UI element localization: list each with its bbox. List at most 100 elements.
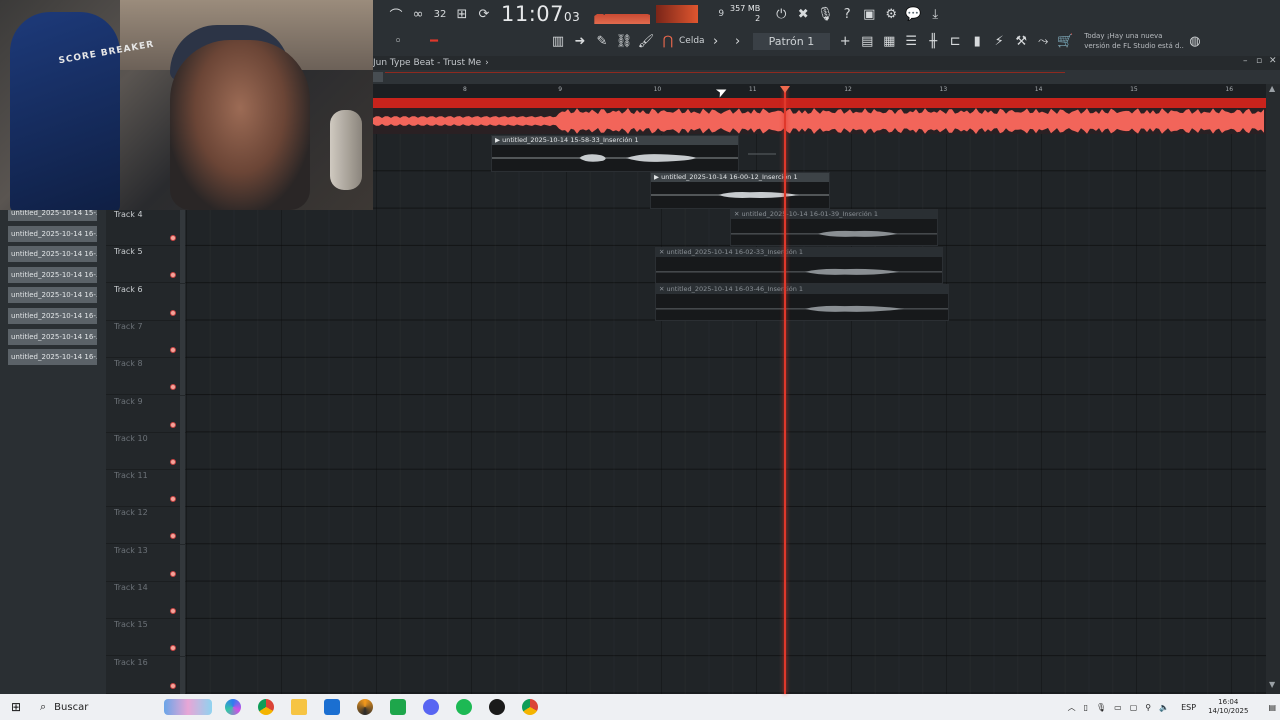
- clip-header[interactable]: ▶ untitled_2025-10-14 16-00-12_Inserción…: [651, 173, 829, 182]
- pattern-selector[interactable]: Patrón 1: [752, 32, 831, 50]
- tray-volume-icon[interactable]: 🔈: [1159, 703, 1169, 712]
- picker-item[interactable]: untitled_2025-10-14 16-...: [8, 328, 97, 345]
- globe-icon[interactable]: ◍: [1184, 30, 1206, 52]
- mixer-icon[interactable]: ✖: [792, 3, 814, 25]
- clip-header[interactable]: ✕ untitled_2025-10-14 16-02-33_Inserción…: [656, 248, 942, 257]
- playlist-horizontal-scrollbar[interactable]: [373, 70, 1280, 84]
- loop-record-icon[interactable]: ∞: [407, 3, 429, 25]
- track-header[interactable]: Track 15: [106, 619, 186, 657]
- playlist-grid[interactable]: [186, 134, 1266, 694]
- track-header[interactable]: Track 12: [106, 507, 186, 545]
- audio-clip-muted[interactable]: ✕ untitled_2025-10-14 16-01-39_Inserción…: [730, 209, 938, 246]
- audio-clip-muted[interactable]: ✕ untitled_2025-10-14 16-03-46_Inserción…: [655, 284, 949, 321]
- spotify-icon[interactable]: [447, 694, 480, 720]
- track-header[interactable]: Track 8: [106, 358, 186, 396]
- widgets-icon[interactable]: [160, 694, 216, 720]
- track-slider[interactable]: [180, 209, 185, 246]
- master-audio-waveform[interactable]: [373, 108, 1266, 134]
- track-record-dot-icon[interactable]: [170, 421, 176, 428]
- channel-rack-icon[interactable]: ▦: [878, 30, 900, 52]
- track-slider[interactable]: [180, 320, 185, 358]
- picker-item[interactable]: untitled_2025-10-14 16-...: [8, 287, 97, 304]
- upwork-icon[interactable]: [381, 694, 414, 720]
- panic-icon[interactable]: ⏻: [770, 3, 792, 25]
- fl-studio-icon[interactable]: [348, 694, 381, 720]
- track-slider[interactable]: [180, 246, 185, 284]
- cable-icon[interactable]: ⤳: [1032, 30, 1054, 52]
- scroll-down-icon[interactable]: ▼: [1269, 680, 1275, 689]
- tray-clock[interactable]: 16:04 14/10/2025: [1204, 698, 1252, 716]
- step-edit-icon[interactable]: ⊞: [451, 3, 473, 25]
- track-header[interactable]: Track 6: [106, 283, 186, 321]
- download-icon[interactable]: ⤓: [924, 3, 946, 25]
- tools-icon[interactable]: ⚒: [1010, 30, 1032, 52]
- outlook-icon[interactable]: [315, 694, 348, 720]
- song-position-clock[interactable]: 11:0703: [501, 2, 580, 26]
- track-record-dot-icon[interactable]: [170, 235, 176, 241]
- snap-arrow-icon[interactable]: ›: [705, 30, 727, 52]
- track-header[interactable]: Track 4: [106, 209, 186, 246]
- track-record-dot-icon[interactable]: [170, 533, 176, 540]
- plugin-picker-icon[interactable]: ⊏: [944, 30, 966, 52]
- playlist-vertical-scrollbar[interactable]: ▲ ▼: [1266, 84, 1280, 694]
- track-slider[interactable]: [180, 582, 185, 619]
- audio-clip-muted[interactable]: ✕ untitled_2025-10-14 16-02-33_Inserción…: [655, 247, 943, 284]
- track-header[interactable]: Track 10: [106, 432, 186, 470]
- track-header[interactable]: Track 13: [106, 544, 186, 582]
- audio-clip[interactable]: ▶ untitled_2025-10-14 16-00-12_Inserción…: [650, 172, 830, 209]
- magnet-icon[interactable]: ⋂: [657, 30, 679, 52]
- blend-notes-icon[interactable]: ⟳: [473, 3, 495, 25]
- plug-icon[interactable]: ⚡: [988, 30, 1010, 52]
- copilot-icon[interactable]: [216, 694, 249, 720]
- pattern-prev-icon[interactable]: ›: [727, 30, 749, 52]
- track-header[interactable]: Track 7: [106, 320, 186, 358]
- track-slider[interactable]: [180, 544, 185, 582]
- tray-network-icon[interactable]: ⚲: [1145, 703, 1151, 712]
- picker-item[interactable]: untitled_2025-10-14 16-...: [8, 349, 97, 366]
- track-slider[interactable]: [180, 507, 185, 545]
- metronome-icon[interactable]: ⌒: [385, 3, 407, 25]
- track-record-dot-icon[interactable]: [170, 309, 176, 316]
- snap-label[interactable]: Celda: [679, 36, 705, 46]
- tray-language[interactable]: ESP: [1181, 703, 1196, 712]
- track-record-dot-icon[interactable]: [170, 272, 176, 279]
- mixer-view-icon[interactable]: ☰: [900, 30, 922, 52]
- capcut-icon[interactable]: [480, 694, 513, 720]
- track-slider[interactable]: [180, 432, 185, 470]
- help-icon[interactable]: ?: [836, 3, 858, 25]
- notification-icon[interactable]: ▤: [1268, 703, 1276, 712]
- track-record-dot-icon[interactable]: [170, 346, 176, 353]
- playhead-marker-icon[interactable]: [780, 86, 790, 93]
- track-header[interactable]: Track 9: [106, 395, 186, 433]
- playlist-icon[interactable]: ▤: [856, 30, 878, 52]
- track-record-dot-icon[interactable]: [170, 608, 176, 614]
- track-slider[interactable]: [180, 656, 185, 694]
- cart-icon[interactable]: 🛒: [1054, 30, 1076, 52]
- track-header[interactable]: Track 16: [106, 656, 186, 694]
- timeline-ruler[interactable]: 8 9 10 11 12 13 14 15 16: [373, 84, 1268, 98]
- master-volume-slider-icon[interactable]: ━: [423, 30, 445, 52]
- track-slider[interactable]: [180, 358, 185, 396]
- track-record-dot-icon[interactable]: [170, 496, 176, 503]
- track-header[interactable]: Track 5: [106, 246, 186, 284]
- tray-monitor-icon[interactable]: ▭: [1114, 703, 1122, 712]
- file-explorer-icon[interactable]: [282, 694, 315, 720]
- clip-header[interactable]: ✕ untitled_2025-10-14 16-03-46_Inserción…: [656, 285, 948, 294]
- tray-device-icon[interactable]: ▯: [1084, 703, 1088, 712]
- save-icon[interactable]: ▣: [858, 3, 880, 25]
- brush-icon[interactable]: 🖌: [635, 30, 657, 52]
- chrome-profile-icon[interactable]: [513, 694, 546, 720]
- link-icon[interactable]: ⛓: [613, 30, 635, 52]
- track-record-dot-icon[interactable]: [170, 384, 176, 391]
- clip-header[interactable]: ✕ untitled_2025-10-14 16-01-39_Inserción…: [731, 210, 937, 219]
- tray-display-icon[interactable]: ▢: [1130, 703, 1138, 712]
- microphone-icon[interactable]: 🎙: [814, 3, 836, 25]
- track-record-dot-icon[interactable]: [170, 570, 176, 577]
- track-slider[interactable]: [180, 470, 185, 508]
- track-header[interactable]: Track 11: [106, 470, 186, 508]
- chrome-icon[interactable]: [249, 694, 282, 720]
- news-panel[interactable]: Today ¡Hay una nueva versión de FL Studio…: [1084, 31, 1184, 51]
- fader-icon[interactable]: ╫: [922, 30, 944, 52]
- playlist-title-arrow[interactable]: ›: [485, 58, 489, 68]
- track-slider[interactable]: [180, 395, 185, 433]
